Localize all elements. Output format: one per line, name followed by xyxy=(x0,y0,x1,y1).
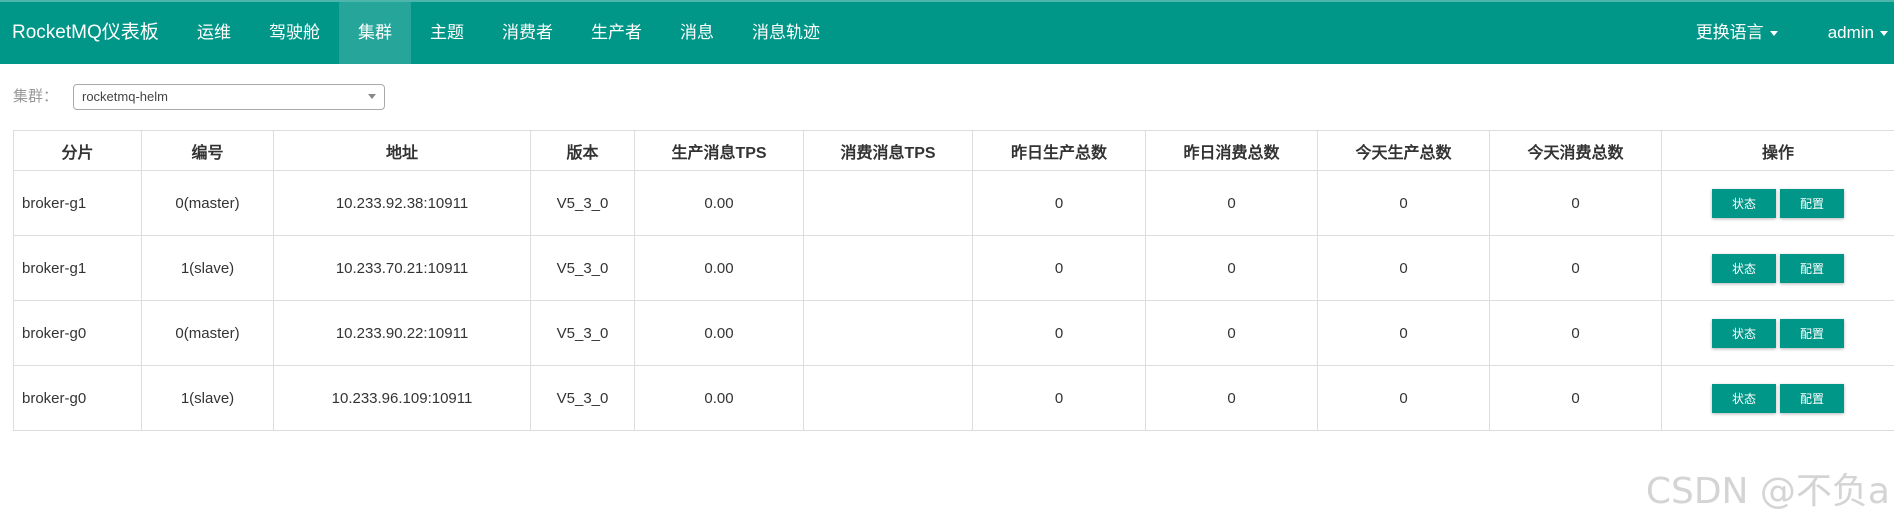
cell-consume-tps xyxy=(803,170,973,236)
cell-today-consume: 0 xyxy=(1489,235,1662,301)
cell-version: V5_3_0 xyxy=(530,365,635,431)
cell-today-consume: 0 xyxy=(1489,300,1662,366)
cell-shard: broker-g0 xyxy=(13,365,142,431)
cell-today-produce: 0 xyxy=(1317,365,1490,431)
col-header-produce-tps: 生产消息TPS xyxy=(634,130,804,171)
status-button[interactable]: 状态 xyxy=(1712,253,1776,283)
cell-yesterday-consume: 0 xyxy=(1145,300,1318,366)
col-header-yesterday-consume: 昨日消费总数 xyxy=(1145,130,1318,171)
table-row: broker-g0 0(master) 10.233.90.22:10911 V… xyxy=(13,300,1894,366)
cell-id: 1(slave) xyxy=(141,235,274,301)
col-header-actions: 操作 xyxy=(1661,130,1894,171)
caret-down-icon xyxy=(1880,31,1888,37)
cell-yesterday-consume: 0 xyxy=(1145,365,1318,431)
cluster-label: 集群： xyxy=(13,88,59,105)
cell-address: 10.233.70.21:10911 xyxy=(273,235,531,301)
cell-yesterday-produce: 0 xyxy=(972,170,1146,236)
col-header-address: 地址 xyxy=(273,130,531,171)
caret-down-icon xyxy=(1769,31,1778,37)
cell-yesterday-produce: 0 xyxy=(972,365,1146,431)
status-button[interactable]: 状态 xyxy=(1712,318,1776,348)
nav-right: 更换语言 admin xyxy=(1682,2,1894,64)
cell-shard: broker-g1 xyxy=(13,235,142,301)
cell-today-produce: 0 xyxy=(1317,300,1490,366)
status-button[interactable]: 状态 xyxy=(1712,383,1776,413)
chevron-down-icon xyxy=(368,94,376,99)
cell-actions: 状态 配置 xyxy=(1661,170,1894,236)
cell-produce-tps: 0.00 xyxy=(634,300,804,366)
cell-yesterday-produce: 0 xyxy=(972,235,1146,301)
cell-actions: 状态 配置 xyxy=(1661,235,1894,301)
nav-item-message-trace[interactable]: 消息轨迹 xyxy=(733,2,839,64)
cell-consume-tps xyxy=(803,235,973,301)
cluster-select[interactable]: rocketmq-helm xyxy=(73,84,385,110)
col-header-today-produce: 今天生产总数 xyxy=(1317,130,1490,171)
col-header-id: 编号 xyxy=(141,130,274,171)
cell-address: 10.233.96.109:10911 xyxy=(273,365,531,431)
user-dropdown[interactable]: admin xyxy=(1814,2,1894,64)
cell-today-consume: 0 xyxy=(1489,365,1662,431)
table-row: broker-g1 0(master) 10.233.92.38:10911 V… xyxy=(13,170,1894,236)
cell-yesterday-consume: 0 xyxy=(1145,170,1318,236)
nav-item-cluster[interactable]: 集群 xyxy=(339,2,411,64)
brand-logo[interactable]: RocketMQ仪表板 xyxy=(12,2,159,64)
language-dropdown[interactable]: 更换语言 xyxy=(1682,2,1792,64)
config-button[interactable]: 配置 xyxy=(1780,188,1844,218)
cell-produce-tps: 0.00 xyxy=(634,170,804,236)
cell-id: 0(master) xyxy=(141,300,274,366)
cell-consume-tps xyxy=(803,365,973,431)
table-header-row: 分片 编号 地址 版本 生产消息TPS 消费消息TPS 昨日生产总数 昨日消费总… xyxy=(13,130,1894,171)
cell-consume-tps xyxy=(803,300,973,366)
cell-yesterday-produce: 0 xyxy=(972,300,1146,366)
nav-item-consumer[interactable]: 消费者 xyxy=(483,2,572,64)
cell-id: 0(master) xyxy=(141,170,274,236)
col-header-version: 版本 xyxy=(530,130,635,171)
cell-yesterday-consume: 0 xyxy=(1145,235,1318,301)
nav-item-dashboard[interactable]: 驾驶舱 xyxy=(250,2,339,64)
status-button[interactable]: 状态 xyxy=(1712,188,1776,218)
cell-version: V5_3_0 xyxy=(530,300,635,366)
cell-version: V5_3_0 xyxy=(530,235,635,301)
cell-id: 1(slave) xyxy=(141,365,274,431)
csdn-watermark: CSDN @不负a xyxy=(1645,471,1890,512)
nav-item-message[interactable]: 消息 xyxy=(661,2,733,64)
nav-item-topic[interactable]: 主题 xyxy=(411,2,483,64)
cell-today-consume: 0 xyxy=(1489,170,1662,236)
cluster-table: 分片 编号 地址 版本 生产消息TPS 消费消息TPS 昨日生产总数 昨日消费总… xyxy=(13,130,1894,431)
cell-shard: broker-g0 xyxy=(13,300,142,366)
language-label: 更换语言 xyxy=(1695,23,1764,42)
user-label: admin xyxy=(1827,23,1874,42)
cell-actions: 状态 配置 xyxy=(1661,365,1894,431)
nav-item-ops[interactable]: 运维 xyxy=(178,2,250,64)
col-header-yesterday-produce: 昨日生产总数 xyxy=(972,130,1146,171)
config-button[interactable]: 配置 xyxy=(1780,318,1844,348)
cell-actions: 状态 配置 xyxy=(1661,300,1894,366)
config-button[interactable]: 配置 xyxy=(1780,253,1844,283)
col-header-shard: 分片 xyxy=(13,130,142,171)
nav-item-producer[interactable]: 生产者 xyxy=(572,2,661,64)
cluster-select-value: rocketmq-helm xyxy=(82,89,168,104)
cell-shard: broker-g1 xyxy=(13,170,142,236)
cell-produce-tps: 0.00 xyxy=(634,235,804,301)
config-button[interactable]: 配置 xyxy=(1780,383,1844,413)
cell-produce-tps: 0.00 xyxy=(634,365,804,431)
cell-address: 10.233.92.38:10911 xyxy=(273,170,531,236)
cell-version: V5_3_0 xyxy=(530,170,635,236)
cell-address: 10.233.90.22:10911 xyxy=(273,300,531,366)
col-header-today-consume: 今天消费总数 xyxy=(1489,130,1662,171)
cell-today-produce: 0 xyxy=(1317,170,1490,236)
cell-today-produce: 0 xyxy=(1317,235,1490,301)
table-row: broker-g1 1(slave) 10.233.70.21:10911 V5… xyxy=(13,235,1894,301)
top-navbar: RocketMQ仪表板 运维 驾驶舱 集群 主题 消费者 生产者 消息 消息轨迹… xyxy=(0,0,1894,64)
main-nav: 运维 驾驶舱 集群 主题 消费者 生产者 消息 消息轨迹 xyxy=(178,2,839,64)
col-header-consume-tps: 消费消息TPS xyxy=(803,130,973,171)
table-row: broker-g0 1(slave) 10.233.96.109:10911 V… xyxy=(13,365,1894,431)
